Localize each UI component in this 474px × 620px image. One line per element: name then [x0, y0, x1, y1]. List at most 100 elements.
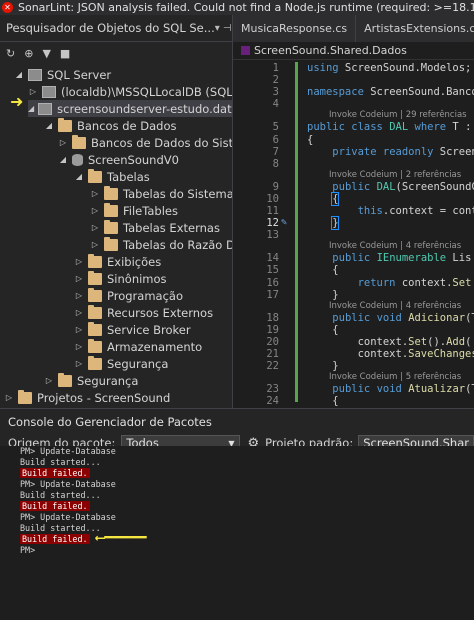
- tree-node[interactable]: ▷ Armazenamento: [74, 338, 202, 355]
- editor-tab-strip: MusicaResponse.cs ArtistasExtensions.cs: [233, 15, 474, 42]
- tree-node[interactable]: ▷ FileTables: [90, 202, 178, 219]
- expanded-arrow-icon[interactable]: ◢: [28, 104, 34, 113]
- code-line[interactable]: {: [307, 134, 313, 146]
- collapsed-arrow-icon[interactable]: ▷: [58, 138, 68, 147]
- server-instance-icon: [42, 85, 56, 98]
- tree-node[interactable]: ▷ Service Broker: [74, 321, 191, 338]
- collapsed-arrow-icon[interactable]: ▷: [74, 359, 84, 368]
- console-line: PM>: [20, 545, 474, 556]
- tree-node[interactable]: ▷ Exibições: [74, 253, 161, 270]
- codelens-hint[interactable]: Invoke Codeium | 4 referências: [329, 241, 461, 251]
- code-line[interactable]: return context.Set: [307, 277, 472, 289]
- tree-node[interactable]: ▷ (localdb)\MSSQLLocalDB (SQL S: [28, 83, 233, 100]
- code-line[interactable]: }: [307, 289, 338, 301]
- codelens-hint[interactable]: Invoke Codeium | 29 referências: [329, 110, 467, 120]
- pin-icon[interactable]: ▾ ⊣ ✕: [215, 23, 232, 34]
- code-line[interactable]: public void Adicionar(T o: [307, 312, 474, 324]
- tree-node[interactable]: ▷ Tabelas do Razão D: [90, 236, 232, 253]
- tree-node[interactable]: ◢ ScreenSoundV0: [58, 151, 179, 168]
- tree-node-label: Segurança: [107, 356, 169, 371]
- folder-icon: [58, 117, 72, 132]
- collapsed-arrow-icon[interactable]: ▷: [74, 291, 84, 300]
- folder-icon: [18, 389, 32, 404]
- codelens-hint[interactable]: Invoke Codeium | 2 referências: [329, 170, 461, 180]
- code-line[interactable]: public void Atualizar(T o: [307, 383, 474, 395]
- tab-artistas-extensions[interactable]: ArtistasExtensions.cs: [356, 15, 474, 42]
- tree-node[interactable]: ◢ screensoundserver-estudo.datab: [28, 100, 232, 117]
- code-line[interactable]: {: [307, 395, 338, 407]
- code-line[interactable]: context.SaveChanges(): [307, 348, 474, 360]
- expanded-arrow-icon[interactable]: ◢: [14, 70, 24, 79]
- tree-node-label: Programação: [107, 288, 183, 303]
- folder-icon: [58, 372, 72, 387]
- code-line[interactable]: using ScreenSound.Modelos;: [307, 62, 471, 74]
- code-line[interactable]: private readonly ScreenSo: [307, 146, 474, 158]
- tree-node-label: (localdb)\MSSQLLocalDB (SQL S: [61, 84, 233, 99]
- tree-node[interactable]: ◢ Tabelas: [74, 168, 150, 185]
- add-server-icon[interactable]: ⊕: [24, 47, 33, 60]
- explorer-header: Pesquisador de Objetos do SQL Se... ▾ ⊣ …: [0, 15, 232, 42]
- line-number: 13: [266, 229, 279, 242]
- collapsed-arrow-icon[interactable]: ▷: [74, 257, 84, 266]
- code-line[interactable]: {: [307, 324, 338, 336]
- expanded-arrow-icon[interactable]: ◢: [44, 121, 54, 130]
- filter-icon[interactable]: ▼: [42, 47, 50, 60]
- collapsed-arrow-icon[interactable]: ▷: [90, 206, 100, 215]
- console-line: Build failed.: [20, 501, 474, 512]
- console-text: Build started...: [20, 490, 101, 500]
- code-line[interactable]: namespace ScreenSound.Banco;: [307, 86, 474, 98]
- line-number: 1: [272, 62, 279, 74]
- tree-node[interactable]: ▷ Projetos - ScreenSound: [4, 389, 170, 406]
- editor-navigation-bar[interactable]: ScreenSound.Shared.Dados: [233, 42, 474, 60]
- tree-node[interactable]: ▷ Recursos Externos: [74, 304, 213, 321]
- collapsed-arrow-icon[interactable]: ▷: [90, 223, 100, 232]
- codelens-hint[interactable]: Invoke Codeium | 5 referências: [329, 372, 461, 382]
- collapsed-arrow-icon[interactable]: ▷: [90, 189, 100, 198]
- tree-node[interactable]: ▷ Segurança: [74, 355, 168, 372]
- collapsed-arrow-icon[interactable]: ▷: [74, 308, 84, 317]
- code-line[interactable]: }: [307, 360, 338, 372]
- code-editor[interactable]: 1 using ScreenSound.Modelos; 2 3 namespace S…: [233, 60, 474, 408]
- code-line[interactable]: public IEnumerable Lis: [307, 252, 471, 264]
- collapsed-arrow-icon[interactable]: ▷: [74, 342, 84, 351]
- collapsed-arrow-icon[interactable]: ▷: [4, 393, 14, 402]
- codelens-hint[interactable]: Invoke Codeium | 4 referências: [329, 301, 461, 311]
- quick-action-icon[interactable]: ✎: [281, 217, 287, 228]
- tree-node[interactable]: ▷ Programação: [74, 287, 183, 304]
- code-line[interactable]: context.Set().Add(: [307, 336, 472, 348]
- folder-icon: [88, 338, 102, 353]
- tree-node-label: FileTables: [123, 203, 178, 218]
- stop-icon[interactable]: ■: [60, 47, 70, 60]
- tree-node[interactable]: ▷ Segurança: [44, 372, 138, 389]
- console-title-bar: Console do Gerenciador de Pacotes: [0, 408, 474, 434]
- tree-node[interactable]: ▷ Tabelas do Sistema: [90, 185, 233, 202]
- folder-icon: [88, 355, 102, 370]
- collapsed-arrow-icon[interactable]: ▷: [74, 274, 84, 283]
- tree-node[interactable]: ▷ Bancos de Dados do Siste: [58, 134, 232, 151]
- tree-node[interactable]: ▷ Sinônimos: [74, 270, 167, 287]
- folder-icon: [104, 185, 118, 200]
- tree-node-label: Tabelas do Sistema: [123, 186, 233, 201]
- tree-node[interactable]: ◢ Bancos de Dados: [44, 117, 177, 134]
- tab-musica-response[interactable]: MusicaResponse.cs: [233, 15, 357, 42]
- console-output[interactable]: PM> Update-Database Build started... Build…: [0, 446, 474, 614]
- expanded-arrow-icon[interactable]: ◢: [58, 155, 68, 164]
- collapsed-arrow-icon[interactable]: ▷: [90, 240, 100, 249]
- refresh-icon[interactable]: ↻: [6, 47, 15, 60]
- collapsed-arrow-icon[interactable]: ▷: [44, 376, 54, 385]
- brace-highlight: [331, 191, 339, 206]
- line-number: 12: [266, 217, 279, 230]
- collapsed-arrow-icon[interactable]: ▷: [28, 87, 38, 96]
- console-text: PM> Update-Database: [20, 446, 116, 456]
- tree-node-label: SQL Server: [47, 67, 112, 82]
- expanded-arrow-icon[interactable]: ◢: [74, 172, 84, 181]
- collapsed-arrow-icon[interactable]: ▷: [74, 325, 84, 334]
- code-line[interactable]: {: [307, 264, 338, 276]
- explorer-toolbar: ↻ ⊕ ▼ ■: [0, 42, 232, 64]
- server-instance-icon: [38, 102, 53, 115]
- code-line[interactable]: public class DAL where T :: [307, 121, 471, 133]
- folder-icon: [88, 168, 102, 183]
- tree-node[interactable]: ◢ SQL Server: [14, 66, 111, 83]
- console-text: PM> Update-Database: [20, 479, 116, 489]
- tree-node[interactable]: ▷ Tabelas Externas: [90, 219, 220, 236]
